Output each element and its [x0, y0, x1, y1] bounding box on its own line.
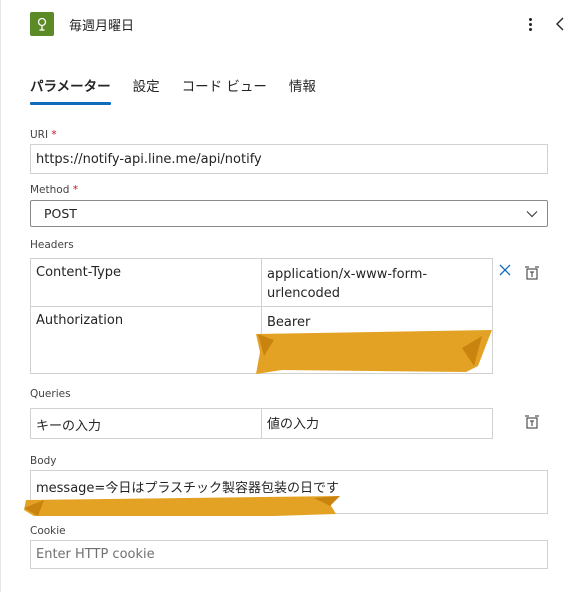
- condition-flow-icon: [30, 12, 54, 36]
- cookie-placeholder: Enter HTTP cookie: [36, 547, 155, 562]
- method-value: POST: [44, 206, 77, 221]
- uri-label: URI *: [30, 129, 57, 141]
- cookie-label: Cookie: [30, 525, 66, 537]
- more-options-icon[interactable]: [522, 13, 538, 35]
- switch-to-text-mode-icon[interactable]: [523, 264, 541, 282]
- method-label: Method *: [30, 184, 78, 196]
- tab-info[interactable]: 情報: [289, 76, 316, 106]
- collapse-panel-icon[interactable]: [551, 14, 569, 34]
- method-label-text: Method: [30, 184, 70, 196]
- uri-input[interactable]: https://notify-api.line.me/api/notify: [30, 144, 548, 174]
- uri-label-text: URI: [30, 129, 49, 141]
- tab-parameters[interactable]: パラメーター: [30, 76, 111, 106]
- switch-to-text-mode-icon[interactable]: [523, 413, 541, 431]
- method-select[interactable]: POST: [30, 200, 548, 227]
- header-key-input[interactable]: Content-Type: [31, 259, 262, 306]
- headers-table: Content-Type application/x-www-form-urle…: [30, 258, 493, 374]
- headers-label: Headers: [30, 239, 74, 251]
- action-title[interactable]: 毎週月曜日: [69, 15, 134, 34]
- chevron-down-icon: [526, 211, 538, 218]
- table-row: キーの入力 値の入力: [31, 409, 492, 438]
- header-value-input[interactable]: application/x-www-form-urlencoded: [262, 259, 492, 306]
- action-details-panel: 毎週月曜日 パラメーター 設定 コード ビュー 情報 URI * https:/…: [0, 0, 575, 592]
- uri-value: https://notify-api.line.me/api/notify: [36, 151, 262, 167]
- close-icon[interactable]: [499, 264, 511, 276]
- required-mark: *: [72, 184, 78, 196]
- tab-code-view[interactable]: コード ビュー: [182, 76, 267, 106]
- header-value-input[interactable]: Bearer: [262, 307, 492, 373]
- header-key-input[interactable]: Authorization: [31, 307, 262, 373]
- table-row: Authorization Bearer: [31, 307, 492, 373]
- body-input[interactable]: message=今日はプラスチック製容器包装の日です: [30, 470, 548, 514]
- query-key-input[interactable]: キーの入力: [31, 409, 262, 438]
- body-value: message=今日はプラスチック製容器包装の日です: [36, 481, 340, 496]
- cookie-input[interactable]: Enter HTTP cookie: [30, 540, 548, 569]
- table-row: Content-Type application/x-www-form-urle…: [31, 259, 492, 307]
- panel-divider: [0, 0, 1, 592]
- queries-table: キーの入力 値の入力: [30, 408, 493, 439]
- query-value-input[interactable]: 値の入力: [262, 409, 492, 438]
- required-mark: *: [51, 129, 57, 141]
- body-label: Body: [30, 455, 57, 467]
- tab-list: パラメーター 設定 コード ビュー 情報: [30, 76, 338, 108]
- tab-settings[interactable]: 設定: [133, 76, 160, 106]
- panel-header: 毎週月曜日: [0, 0, 575, 50]
- queries-label: Queries: [30, 388, 71, 400]
